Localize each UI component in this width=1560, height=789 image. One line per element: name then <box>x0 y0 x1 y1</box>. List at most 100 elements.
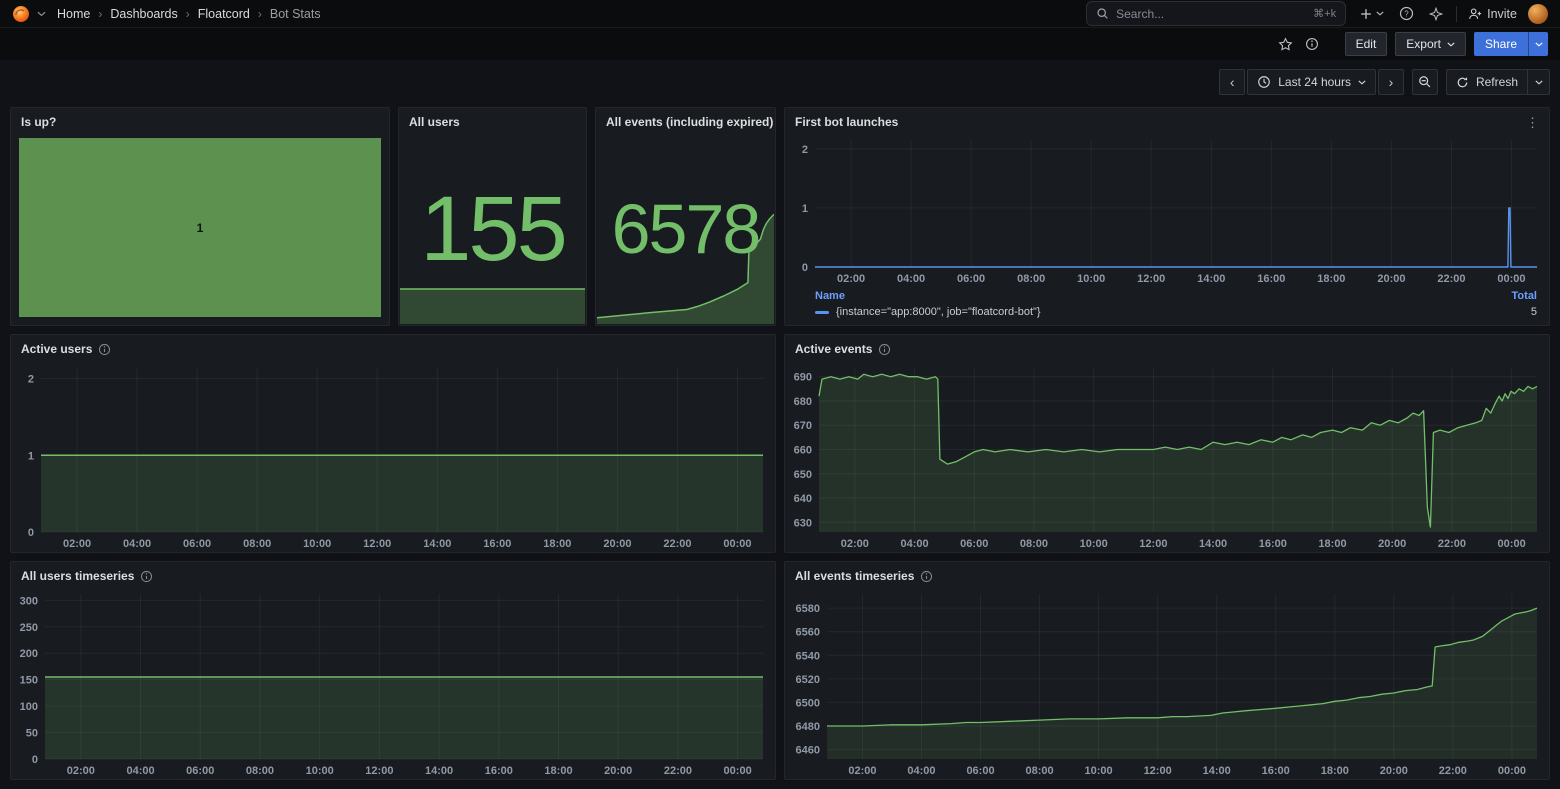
svg-text:08:00: 08:00 <box>1025 765 1053 777</box>
svg-text:10:00: 10:00 <box>1085 765 1113 777</box>
svg-text:12:00: 12:00 <box>1144 765 1172 777</box>
legend-name-header[interactable]: Name <box>815 290 845 302</box>
panel-menu-icon[interactable]: ⋮ <box>1524 116 1541 129</box>
svg-text:16:00: 16:00 <box>483 538 511 550</box>
svg-text:12:00: 12:00 <box>1137 273 1165 285</box>
all-users-sparkline-svg <box>400 288 585 324</box>
breadcrumb-dashboards[interactable]: Dashboards <box>110 7 177 21</box>
svg-text:690: 690 <box>794 372 812 384</box>
svg-text:100: 100 <box>20 701 38 713</box>
svg-text:00:00: 00:00 <box>1498 765 1526 777</box>
chevron-down-icon <box>1534 79 1543 85</box>
ai-sparkle-button[interactable] <box>1427 5 1445 23</box>
refresh-group: Refresh <box>1445 69 1550 95</box>
panel-is-up: Is up? 1 <box>10 107 390 326</box>
panel-header: First bot launches ⋮ <box>785 108 1549 132</box>
panel-title-is-up[interactable]: Is up? <box>21 115 56 129</box>
panel-title-all-users[interactable]: All users <box>409 115 460 129</box>
svg-text:16:00: 16:00 <box>485 765 513 777</box>
star-button[interactable] <box>1276 35 1295 54</box>
active-events-svg: 02:00 04:00 06:00 08:00 10:00 12:00 14:00 16:00… <box>794 367 1538 550</box>
time-shift-back-button[interactable]: ‹ <box>1219 69 1246 95</box>
share-options-button[interactable] <box>1528 32 1548 56</box>
breadcrumb-folder[interactable]: Floatcord <box>198 7 250 21</box>
chevron-down-icon <box>1447 41 1455 47</box>
panel-info-icon[interactable] <box>140 570 153 583</box>
chevron-down-icon[interactable] <box>37 11 46 17</box>
svg-text:12:00: 12:00 <box>365 765 393 777</box>
series-total-value: 5 <box>1530 306 1537 318</box>
panel-info-icon[interactable] <box>920 570 933 583</box>
svg-text:0: 0 <box>802 262 808 274</box>
search-field[interactable] <box>1116 6 1307 21</box>
chevron-down-icon <box>1358 79 1366 85</box>
zoom-out-button[interactable] <box>1411 69 1438 95</box>
edit-label: Edit <box>1355 37 1377 51</box>
breadcrumb-home[interactable]: Home <box>57 7 90 21</box>
panel-header: Active users <box>11 335 775 359</box>
svg-text:00:00: 00:00 <box>1498 538 1526 550</box>
all-users-timeseries-chart[interactable]: 02:00 04:00 06:00 08:00 10:00 12:00 14:00 16:00… <box>11 586 775 779</box>
time-controls: ‹ Last 24 hours › Refresh <box>0 60 1560 95</box>
svg-text:10:00: 10:00 <box>1077 273 1105 285</box>
svg-text:04:00: 04:00 <box>126 765 154 777</box>
share-button[interactable]: Share <box>1473 32 1528 56</box>
panel-info-icon[interactable] <box>878 343 891 356</box>
nav-right-cluster: ⌘+k ? Invite <box>1086 1 1548 26</box>
svg-text:14:00: 14:00 <box>423 538 451 550</box>
panel-header: All events (including expired) <box>596 108 775 132</box>
svg-text:0: 0 <box>28 527 34 539</box>
legend-header: Name Total <box>815 287 1537 304</box>
refresh-button[interactable]: Refresh <box>1445 69 1528 95</box>
refresh-interval-button[interactable] <box>1528 69 1550 95</box>
active-events-chart[interactable]: 02:00 04:00 06:00 08:00 10:00 12:00 14:00 16:00… <box>785 359 1549 552</box>
search-input[interactable]: ⌘+k <box>1086 1 1347 26</box>
panel-title-all-users-timeseries[interactable]: All users timeseries <box>21 569 134 583</box>
all-events-sparkline-svg <box>597 213 774 324</box>
export-button[interactable]: Export <box>1395 32 1466 56</box>
panel-header: All events timeseries <box>785 562 1549 586</box>
active-users-chart[interactable]: 02:00 04:00 06:00 08:00 10:00 12:00 14:00 16:00… <box>11 359 775 552</box>
legend-total-header[interactable]: Total <box>1512 290 1537 302</box>
svg-text:0: 0 <box>32 754 38 766</box>
all-events-timeseries-chart[interactable]: 02:00 04:00 06:00 08:00 10:00 12:00 14:00 16:00… <box>785 586 1549 779</box>
panel-title-first-bot-launches[interactable]: First bot launches <box>795 115 898 129</box>
edit-button[interactable]: Edit <box>1344 32 1388 56</box>
time-range-button[interactable]: Last 24 hours <box>1247 69 1376 95</box>
svg-text:670: 670 <box>794 420 812 432</box>
new-button[interactable] <box>1357 5 1386 23</box>
all-users-sparkline <box>400 252 585 324</box>
legend-series-row[interactable]: {instance="app:8000", job="floatcord-bot… <box>815 304 1537 320</box>
panel-all-users-timeseries: All users timeseries 02:00 04:00 06:00 08:0… <box>10 561 776 780</box>
svg-text:04:00: 04:00 <box>897 273 925 285</box>
dashboard-grid: Is up? 1 All users 155 All events (inclu… <box>0 95 1560 789</box>
panel-title-all-events[interactable]: All events (including expired) <box>606 115 773 129</box>
panel-title-all-events-timeseries[interactable]: All events timeseries <box>795 569 914 583</box>
svg-text:18:00: 18:00 <box>1317 273 1345 285</box>
search-shortcut: ⌘+k <box>1313 8 1337 20</box>
series-label: {instance="app:8000", job="floatcord-bot… <box>836 306 1041 318</box>
panel-title-active-users[interactable]: Active users <box>21 342 92 356</box>
refresh-label: Refresh <box>1475 75 1518 89</box>
svg-text:6500: 6500 <box>796 697 820 709</box>
panel-info-icon[interactable] <box>98 343 111 356</box>
svg-text:6560: 6560 <box>796 627 820 639</box>
invite-button[interactable]: Invite <box>1468 7 1517 21</box>
svg-text:630: 630 <box>794 517 812 529</box>
first-bot-launches-chart[interactable]: 02:00 04:00 06:00 08:00 10:00 12:00 14:00 16:00… <box>785 132 1549 287</box>
help-button[interactable]: ? <box>1397 4 1416 23</box>
dashboard-info-button[interactable] <box>1303 35 1321 53</box>
avatar[interactable] <box>1528 3 1548 24</box>
time-shift-forward-button[interactable]: › <box>1377 69 1404 95</box>
svg-text:6580: 6580 <box>796 603 820 615</box>
svg-text:16:00: 16:00 <box>1259 538 1287 550</box>
svg-text:00:00: 00:00 <box>724 765 752 777</box>
svg-text:50: 50 <box>26 728 38 740</box>
svg-text:18:00: 18:00 <box>1321 765 1349 777</box>
svg-text:20:00: 20:00 <box>604 765 632 777</box>
svg-text:08:00: 08:00 <box>243 538 271 550</box>
grafana-logo[interactable] <box>12 5 30 23</box>
panel-title-active-events[interactable]: Active events <box>795 342 872 356</box>
svg-text:10:00: 10:00 <box>306 765 334 777</box>
all-events-sparkline <box>597 206 774 324</box>
